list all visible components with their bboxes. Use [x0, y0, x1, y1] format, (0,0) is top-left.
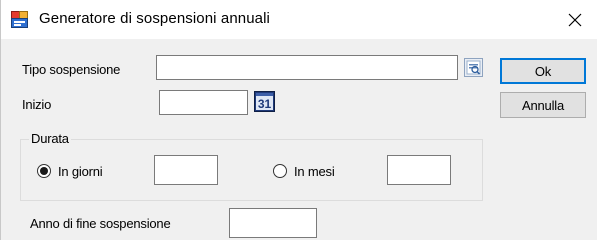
lookup-icon[interactable]	[464, 58, 483, 77]
tipo-sospensione-input[interactable]	[156, 55, 458, 80]
in-giorni-radio[interactable]	[37, 164, 51, 178]
in-giorni-label[interactable]: In giorni	[58, 164, 103, 179]
inizio-date-input[interactable]	[159, 90, 248, 115]
in-mesi-radio[interactable]	[273, 164, 287, 178]
giorni-input[interactable]	[154, 155, 218, 185]
calendar-icon[interactable]: 31	[254, 91, 275, 112]
in-mesi-label[interactable]: In mesi	[294, 164, 335, 179]
calendar-day-text: 31	[258, 97, 272, 111]
tipo-sospensione-label: Tipo sospensione	[22, 62, 121, 77]
anno-fine-input[interactable]	[229, 208, 317, 238]
mesi-input[interactable]	[387, 155, 451, 185]
dialog-window: Generatore di sospensioni annuali Tipo s…	[0, 0, 597, 240]
form-window-icon	[11, 11, 28, 28]
close-button[interactable]	[552, 0, 597, 39]
title-bar: Generatore di sospensioni annuali	[1, 0, 597, 39]
inizio-label: Inizio	[22, 97, 52, 112]
durata-legend: Durata	[29, 131, 71, 146]
anno-fine-label: Anno di fine sospensione	[30, 216, 171, 231]
ok-button[interactable]: Ok	[500, 58, 586, 84]
window-title: Generatore di sospensioni annuali	[39, 10, 270, 27]
annulla-button[interactable]: Annulla	[500, 92, 586, 118]
close-icon	[568, 13, 582, 26]
